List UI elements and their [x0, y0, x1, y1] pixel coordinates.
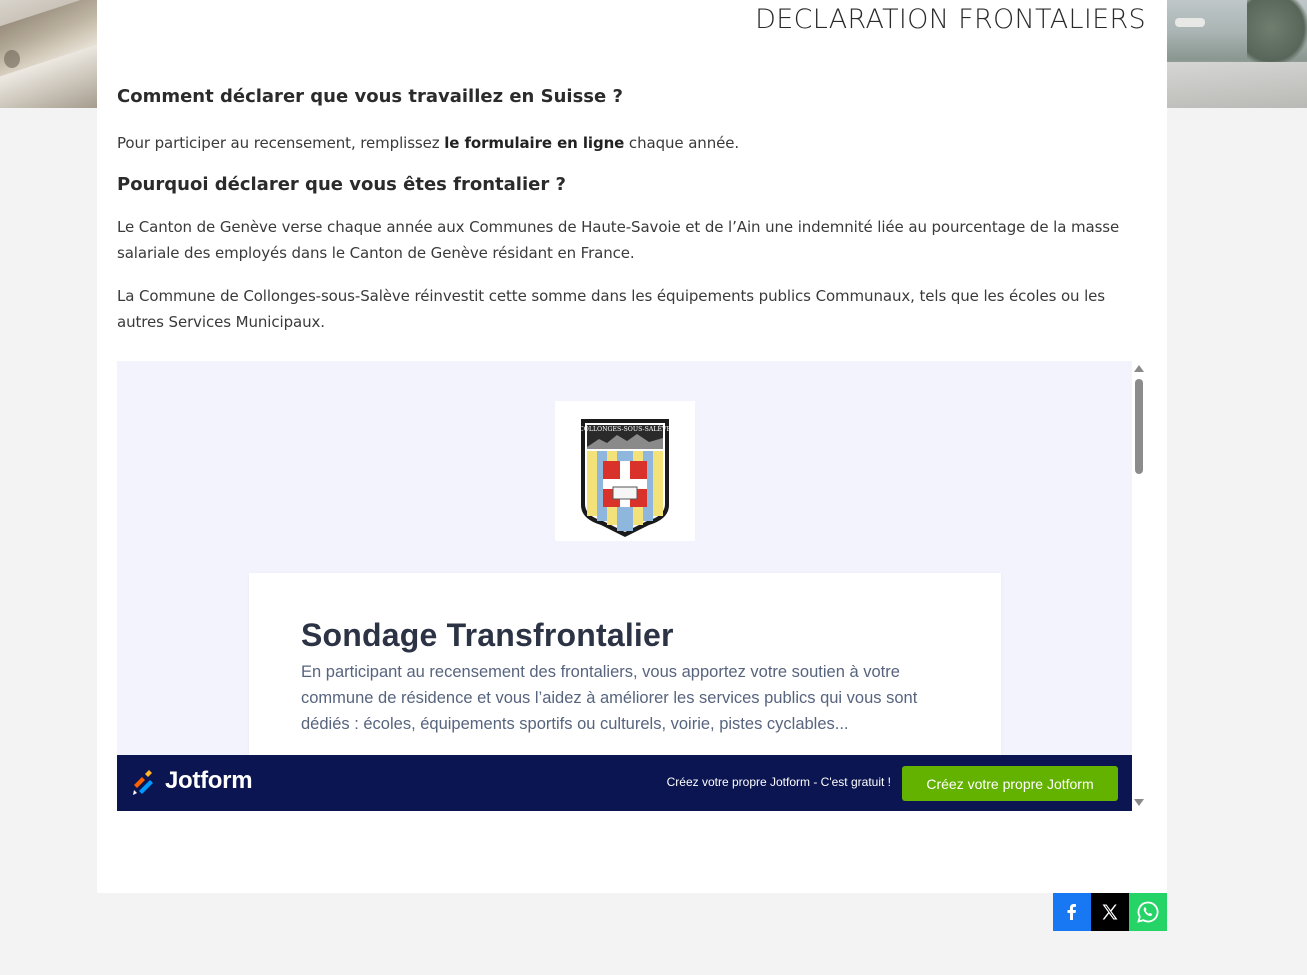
- jotform-brand-name[interactable]: Jotform: [165, 767, 253, 795]
- scroll-down-arrow-icon[interactable]: [1134, 799, 1144, 806]
- scroll-thumb[interactable]: [1135, 379, 1143, 474]
- online-form-link[interactable]: le formulaire en ligne: [444, 134, 624, 152]
- hero-image-right: [1167, 0, 1307, 108]
- article-body: Comment déclarer que vous travaillez en …: [117, 86, 1137, 352]
- x-icon: [1102, 904, 1118, 920]
- how-text-after: chaque année.: [624, 134, 740, 152]
- main-content: DECLARATION FRONTALIERS Comment déclarer…: [97, 0, 1167, 893]
- scroll-up-arrow-icon[interactable]: [1134, 365, 1144, 372]
- form-description: En participant au recensement des fronta…: [301, 663, 918, 733]
- why-paragraph-2: La Commune de Collonges-sous-Salève réin…: [117, 287, 1106, 331]
- page-title: DECLARATION FRONTALIERS: [755, 4, 1146, 35]
- logo-lettering: COLLONGES-SOUS-SALÈVE: [579, 425, 671, 433]
- embed-scrollbar[interactable]: [1133, 361, 1145, 811]
- why-paragraph-1: Le Canton de Genève verse chaque année a…: [117, 218, 1120, 262]
- commune-logo: COLLONGES-SOUS-SALÈVE: [555, 401, 695, 541]
- form-title: Sondage Transfrontalier: [301, 617, 674, 653]
- question-heading-how: Comment déclarer que vous travaillez en …: [117, 86, 623, 107]
- jotform-logo-icon[interactable]: [131, 769, 157, 797]
- jotform-footer-bar: Jotform Créez votre propre Jotform - C'e…: [117, 755, 1132, 811]
- jotform-promo-text[interactable]: Créez votre propre Jotform - C'est gratu…: [667, 775, 891, 789]
- jotform-embed[interactable]: COLLONGES-SOUS-SALÈVE Sondage Transfront…: [117, 361, 1132, 811]
- share-facebook-button[interactable]: [1053, 893, 1091, 931]
- hero-image-left: [0, 0, 97, 108]
- share-x-button[interactable]: [1091, 893, 1129, 931]
- facebook-icon: [1067, 904, 1076, 920]
- how-paragraph: Pour participer au recensement, rempliss…: [117, 130, 1137, 156]
- create-jotform-button[interactable]: Créez votre propre Jotform: [902, 766, 1118, 801]
- whatsapp-icon: [1137, 901, 1159, 923]
- how-text-before: Pour participer au recensement, rempliss…: [117, 134, 445, 152]
- question-heading-why: Pourquoi déclarer que vous êtes frontali…: [117, 174, 566, 195]
- share-whatsapp-button[interactable]: [1129, 893, 1167, 931]
- coat-of-arms-icon: COLLONGES-SOUS-SALÈVE: [579, 419, 671, 537]
